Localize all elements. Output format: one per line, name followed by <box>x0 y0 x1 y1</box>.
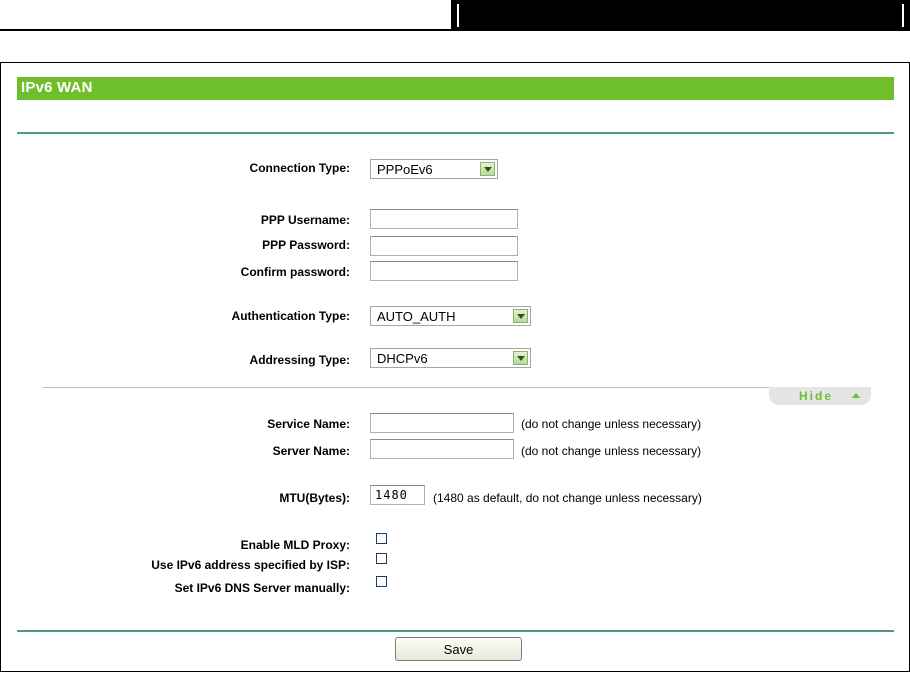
divider <box>17 630 894 632</box>
ppp-username-input[interactable] <box>370 209 518 229</box>
mtu-label: MTU(Bytes): <box>279 491 350 505</box>
mtu-hint: (1480 as default, do not change unless n… <box>433 491 702 505</box>
ppp-password-label: PPP Password: <box>262 238 350 252</box>
panel-title-bar: IPv6 WAN <box>17 77 894 100</box>
mtu-input[interactable] <box>370 485 425 505</box>
use-isp-ipv6-checkbox[interactable] <box>376 553 387 564</box>
header-divider <box>457 4 459 27</box>
save-button[interactable]: Save <box>395 637 522 661</box>
authentication-type-value: AUTO_AUTH <box>377 309 456 324</box>
connection-type-select[interactable]: PPPoEv6 <box>370 159 498 179</box>
confirm-password-input[interactable] <box>370 261 518 281</box>
connection-type-value: PPPoEv6 <box>377 162 433 177</box>
ppp-username-label: PPP Username: <box>260 213 350 227</box>
service-name-hint: (do not change unless necessary) <box>521 417 702 431</box>
authentication-type-label: Authentication Type: <box>231 309 350 323</box>
confirm-password-label: Confirm password: <box>240 265 350 279</box>
server-name-input[interactable] <box>370 439 514 459</box>
connection-type-label: Connection Type: <box>249 161 350 175</box>
authentication-type-select[interactable]: AUTO_AUTH <box>370 306 531 326</box>
document-header-bar <box>451 0 910 31</box>
ipv6-wan-panel: IPv6 WAN Connection Type: PPPoEv6 PPP Us… <box>0 62 910 672</box>
service-name-label: Service Name: <box>267 417 350 431</box>
page-title: IPv6 WAN <box>21 79 93 96</box>
enable-mld-proxy-checkbox[interactable] <box>376 533 387 544</box>
ppp-password-input[interactable] <box>370 236 518 256</box>
addressing-type-value: DHCPv6 <box>377 351 428 366</box>
hide-advanced-toggle[interactable]: Hide <box>769 387 871 405</box>
hide-toggle-label: Hide <box>799 389 834 403</box>
addressing-type-select[interactable]: DHCPv6 <box>370 348 531 368</box>
chevron-down-icon[interactable] <box>480 162 495 176</box>
toggle-cap <box>769 387 783 405</box>
service-name-input[interactable] <box>370 413 514 433</box>
header-divider <box>902 4 904 27</box>
chevron-up-icon <box>852 393 860 398</box>
use-isp-ipv6-label: Use IPv6 address specified by ISP: <box>151 558 350 572</box>
advanced-divider <box>43 387 865 388</box>
chevron-down-icon[interactable] <box>513 309 528 323</box>
server-name-hint: (do not change unless necessary) <box>521 444 702 458</box>
divider <box>17 132 894 134</box>
chevron-down-icon[interactable] <box>513 351 528 365</box>
set-dns-manually-checkbox[interactable] <box>376 576 387 587</box>
set-dns-manually-label: Set IPv6 DNS Server manually: <box>174 581 350 595</box>
enable-mld-proxy-label: Enable MLD Proxy: <box>240 538 350 552</box>
addressing-type-label: Addressing Type: <box>249 353 350 367</box>
server-name-label: Server Name: <box>272 444 350 458</box>
document-header-rule <box>0 29 458 31</box>
